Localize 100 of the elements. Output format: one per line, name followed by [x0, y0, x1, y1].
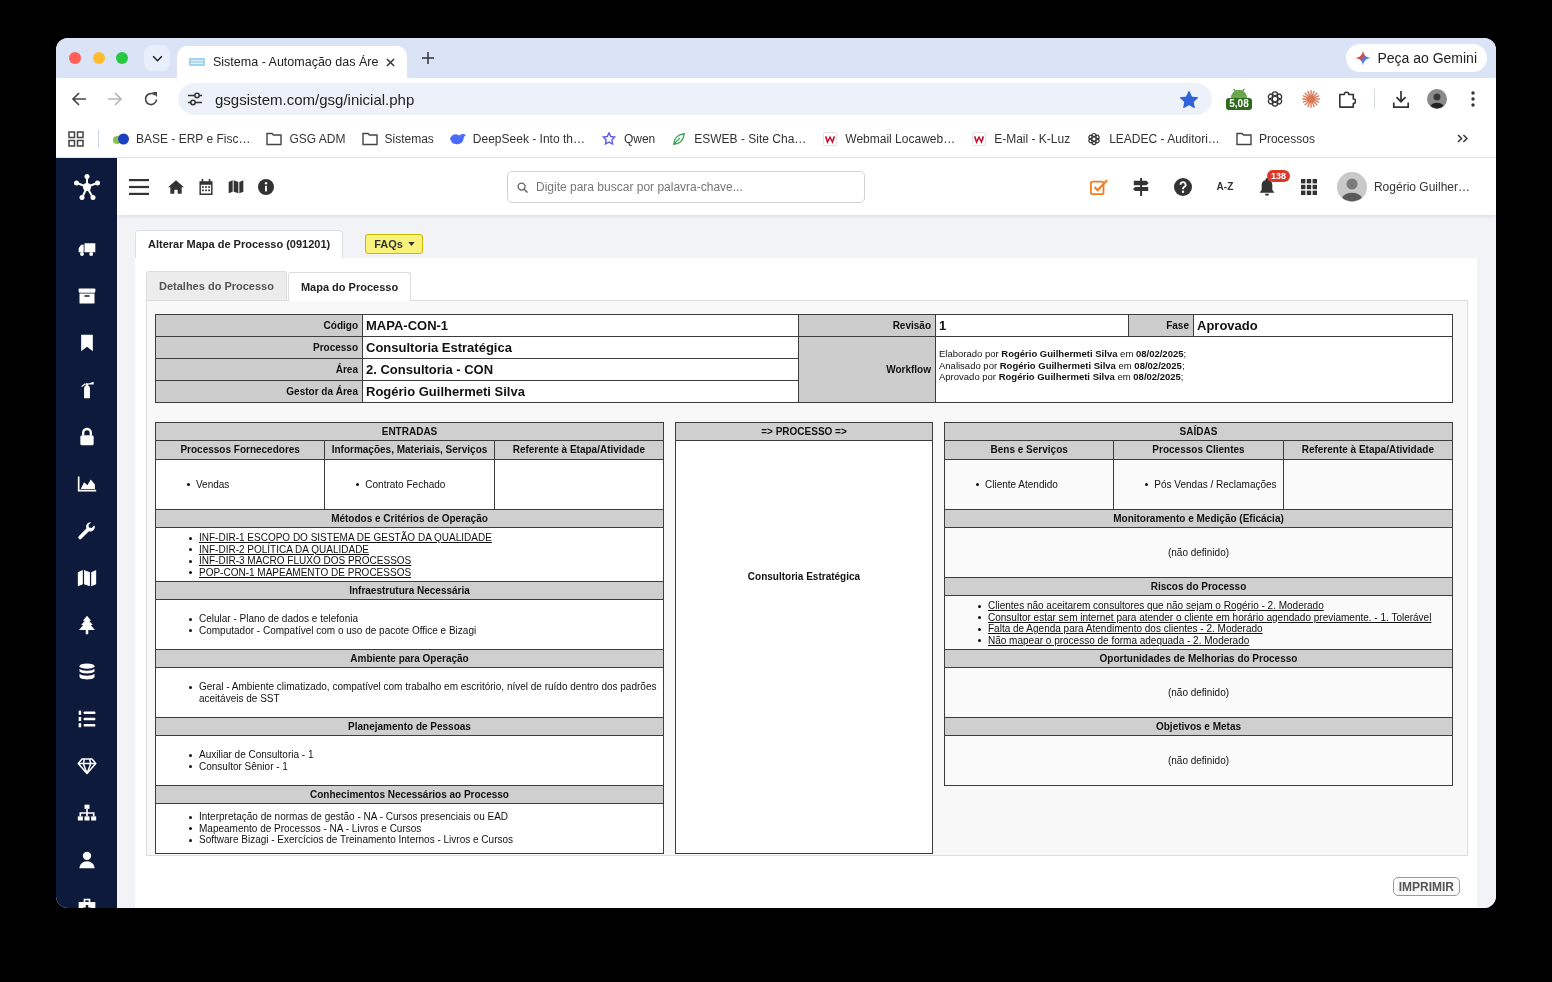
- bookmark-link[interactable]: BASE - ERP e Fisc…: [107, 131, 257, 146]
- process-name: Consultoria Estratégica: [747, 571, 861, 582]
- bullet-icon: [189, 617, 192, 621]
- page-tab[interactable]: Alterar Mapa de Processo (091201): [135, 230, 344, 258]
- bullet-icon: [978, 639, 981, 642]
- tab[interactable]: Mapa do Processo: [287, 272, 412, 301]
- puzzle-icon[interactable]: [1338, 90, 1356, 108]
- leaf-icon: [671, 131, 688, 146]
- section-header: Conhecimentos Necessários ao Processo: [156, 786, 663, 803]
- bullet-icon: [356, 483, 360, 487]
- wrench-icon[interactable]: [76, 521, 97, 541]
- search-field[interactable]: Digite para buscar por palavra-chave...: [507, 170, 865, 203]
- user-avatar-icon[interactable]: [1336, 171, 1367, 202]
- list-icon[interactable]: [76, 709, 97, 729]
- bookmark-link[interactable]: Processos: [1229, 131, 1321, 146]
- tree-icon[interactable]: [76, 615, 97, 635]
- document-link[interactable]: INF-DIR-2 POLÍTICA DA QUALIDADE: [199, 543, 370, 555]
- folder-icon: [1235, 131, 1252, 146]
- download-icon[interactable]: [1392, 90, 1410, 108]
- extension-badge: 5,08: [1226, 98, 1252, 110]
- document-link[interactable]: Clientes não aceitarem consultores que não sejam o Rogério - 2. Moderado: [988, 600, 1324, 612]
- menu-icon[interactable]: [129, 178, 149, 195]
- bullet-icon: [1145, 483, 1149, 487]
- caret-down-icon: [407, 242, 415, 246]
- user-name[interactable]: Rogério Guilher…: [1373, 179, 1470, 194]
- tab[interactable]: Detalhes do Processo: [146, 271, 287, 300]
- checklist-icon[interactable]: [1089, 177, 1108, 196]
- star-icon[interactable]: [1180, 90, 1198, 108]
- info-icon[interactable]: [258, 178, 274, 195]
- bookmark-link[interactable]: Sistemas: [355, 131, 440, 146]
- bullet-icon: [189, 571, 192, 574]
- close-icon[interactable]: [386, 57, 395, 67]
- field-value: 1: [936, 315, 1128, 336]
- apps-grid-icon[interactable]: [68, 130, 84, 147]
- arrow-left-icon[interactable]: [71, 91, 87, 107]
- zigzag-tile-icon: [822, 131, 839, 146]
- bookmark-link[interactable]: DeepSeek - Into th…: [443, 131, 591, 146]
- browser-tab[interactable]: Sistema - Automação das Áre: [177, 46, 407, 78]
- column-header: Referente à Etapa/Atividade: [1283, 441, 1452, 459]
- asterisk-icon[interactable]: [1302, 90, 1320, 108]
- list-item: Computador - Compatível com o uso de pacote Office e Bizagi: [199, 624, 477, 636]
- chevron-down-icon: [151, 54, 163, 62]
- list-item: Mapeamento de Processos - NA - Livros e Cursos: [199, 822, 422, 835]
- tab-list-button[interactable]: [144, 45, 170, 71]
- document-link[interactable]: Não mapear o processo de forma adequada - 2. Moderado: [988, 634, 1250, 646]
- bullet-icon: [189, 548, 192, 551]
- document-link[interactable]: INF-DIR-3 MACRO FLUXO DOS PROCESSOS: [199, 555, 412, 567]
- map-icon[interactable]: [228, 178, 244, 195]
- list-item: Software Bizagi - Exercícios de Treinamento Internos - Livros e Cursos: [199, 834, 514, 846]
- gemini-button[interactable]: Peça ao Gemini: [1346, 44, 1487, 72]
- diamond-icon[interactable]: [76, 756, 97, 776]
- workflow-entry: Elaborado por Rogério Guilhermeti Silva em 08/02/2025;: [939, 348, 1188, 360]
- bullet-icon: [189, 629, 192, 632]
- url-text[interactable]: gsgsistem.com/gsg/inicial.php: [215, 90, 415, 108]
- avatar-icon[interactable]: [1427, 89, 1447, 109]
- map-icon[interactable]: [76, 568, 97, 588]
- bullet-icon: [189, 765, 192, 768]
- help-icon[interactable]: [1173, 177, 1192, 196]
- sort-button[interactable]: A-Z: [1216, 181, 1234, 192]
- document-link[interactable]: Consultor estar sem internet para atender o cliente em horário agendado previamente. - 1. Tolerável: [988, 611, 1432, 623]
- apps-grid-icon[interactable]: [1300, 178, 1317, 195]
- document-link[interactable]: INF-DIR-1 ESCOPO DO SISTEMA DE GESTÃO DA QUALIDADE: [199, 532, 492, 544]
- field-label: Área: [156, 359, 362, 380]
- bookmark-link[interactable]: Webmail Locaweb…: [816, 131, 962, 146]
- calendar-icon[interactable]: [198, 178, 214, 195]
- knot-icon[interactable]: [1266, 90, 1284, 108]
- document-link[interactable]: Falta de Agenda para Atendimento dos clientes - 2. Moderado: [988, 623, 1263, 635]
- kebab-menu-icon[interactable]: [1471, 91, 1475, 107]
- plus-icon[interactable]: [422, 52, 434, 64]
- site-settings-icon[interactable]: [187, 92, 203, 106]
- double-chevron-icon[interactable]: [1457, 134, 1468, 143]
- signpost-icon[interactable]: [1131, 177, 1150, 196]
- reload-icon[interactable]: [143, 91, 159, 107]
- bullet-icon: [976, 483, 979, 487]
- bookmark-link[interactable]: E-Mail - K-Luz: [965, 131, 1077, 146]
- home-icon[interactable]: [168, 178, 184, 195]
- network-logo-icon[interactable]: [73, 173, 100, 200]
- area-chart-icon[interactable]: [76, 474, 97, 494]
- workflow-entry: Aprovado por Rogério Guilhermeti Silva em 08/02/2025;: [939, 371, 1185, 383]
- bookmark-link[interactable]: GSG ADM: [260, 131, 352, 146]
- bookmark-link[interactable]: Qwen: [594, 131, 662, 146]
- field-label: Revisão: [799, 315, 935, 336]
- print-button[interactable]: IMPRIMIR: [1392, 877, 1460, 896]
- field-value: MAPA-CON-1: [363, 315, 798, 336]
- robot-icon[interactable]: [1228, 88, 1250, 98]
- section-header: ENTRADAS: [156, 423, 663, 440]
- folder-icon: [361, 131, 378, 146]
- faqs-button[interactable]: FAQs: [365, 234, 423, 254]
- bullet-icon: [189, 685, 192, 689]
- field-label: Gestor da Área: [156, 381, 362, 402]
- archive-box-icon[interactable]: [76, 286, 97, 306]
- document-link[interactable]: POP-CON-1 MAPEAMENTO DE PROCESSOS: [199, 566, 412, 578]
- section-header: Métodos e Critérios de Operação: [156, 510, 663, 527]
- bookmark-link[interactable]: LEADEC - Auditori…: [1080, 131, 1226, 146]
- sitemap-icon[interactable]: [76, 803, 97, 823]
- bullet-icon: [189, 838, 192, 842]
- column-header: Processos Clientes: [1114, 441, 1283, 459]
- bell-icon[interactable]: [1257, 177, 1276, 196]
- bullet-icon: [187, 483, 190, 487]
- bookmark-link[interactable]: ESWEB - Site Cha…: [665, 131, 813, 146]
